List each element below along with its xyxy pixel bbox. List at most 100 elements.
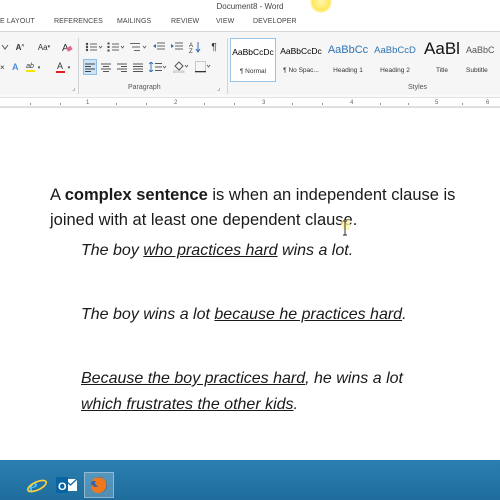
intro-paragraph: A complex sentence is when an independen… [50,186,456,229]
tab-developer[interactable]: DEVELOPER [253,18,297,25]
taskbar: e O [0,460,500,500]
highlight-color-button[interactable]: ab [25,59,35,75]
example-sentence-2: The boy wins a lot because he practices … [81,306,407,323]
document-title: Document8 - Word [216,2,284,11]
outlook-icon[interactable]: O [52,472,82,498]
svg-text:O: O [58,481,67,493]
underlined-clause: because he practices hard [214,306,403,323]
document-page[interactable]: A complex sentence is when an independen… [0,108,500,460]
tab-view[interactable]: VIEW [216,18,234,25]
text-effects-icon: A [12,62,19,72]
ruler-number: 5 [435,100,439,106]
ruler-number: 1 [86,100,90,106]
title-bar: Document8 - Word [0,0,500,14]
align-center-button[interactable] [99,59,113,75]
paragraph-dialog-launcher-icon[interactable]: ⌟ [217,84,220,92]
line-spacing-button[interactable] [148,59,168,75]
style-name: ¶ Normal [239,68,267,75]
tab-review[interactable]: REVIEW [171,18,199,25]
horizontal-ruler[interactable]: 1 2 3 4 5 6 [0,95,500,108]
tab-page-layout[interactable]: E LAYOUT [0,18,35,25]
line-spacing-icon [149,62,167,72]
change-case-button[interactable]: Aa ▾ [35,40,53,54]
style-sample: AaBl [424,39,460,58]
chevron-down-icon [1,44,9,50]
increase-indent-icon [171,42,183,50]
tab-references[interactable]: REFERENCES [54,18,103,25]
text-cursor-icon [341,220,350,236]
sort-button[interactable]: AZ [188,40,202,54]
numbering-button[interactable] [106,40,126,54]
paint-bucket-icon [173,61,189,73]
style-sample: AaBbCcDc [232,47,274,57]
borders-button[interactable] [194,59,212,75]
style-heading-1[interactable]: AaBbCc Heading 1 [325,38,371,82]
ruler-number: 2 [174,100,178,106]
highlight-dropdown[interactable]: ▾ [36,62,42,74]
tab-mailings[interactable]: MAILINGS [117,18,151,25]
group-separator [227,38,228,94]
decrease-indent-button[interactable] [152,40,166,54]
subscript-icon: × [0,63,5,72]
example-sentence-1: The boy who practices hard wins a lot. [81,242,354,259]
align-center-icon [101,63,111,72]
numbering-icon [107,42,125,52]
ribbon-tabs: E LAYOUT REFERENCES MAILINGS REVIEW VIEW… [0,14,500,31]
style-title[interactable]: AaBl Title [419,38,465,82]
justify-button[interactable] [131,59,145,75]
align-left-button[interactable] [83,59,97,75]
style-no-spacing[interactable]: AaBbCcDc ¶ No Spac... [278,38,324,82]
bullets-icon [85,42,103,52]
subscript-button[interactable]: × [0,60,10,74]
style-normal[interactable]: AaBbCcDc ¶ Normal [230,38,276,82]
internet-explorer-icon[interactable]: e [22,472,52,498]
text-effects-button[interactable]: A [12,60,22,74]
style-name: Heading 2 [380,67,410,74]
style-subtitle[interactable]: AaBbC Subtitle [466,38,500,82]
underlined-clause: Because the boy practices hard [81,370,306,387]
svg-text:A: A [12,62,19,72]
style-name: Subtitle [466,67,488,74]
ruler-number: 4 [350,100,354,106]
style-sample: AaBbCcDc [280,46,322,56]
ruler-number: 3 [262,100,266,106]
grow-font-button[interactable]: A ^ [14,40,26,54]
increase-indent-button[interactable] [170,40,184,54]
clear-formatting-icon[interactable]: A [60,40,74,54]
justify-icon [133,63,143,72]
style-sample: AaBbC [466,45,495,55]
borders-icon [195,61,211,73]
example-sentence-3-line-1: Because the boy practices hard, he wins … [81,370,403,387]
group-separator [78,38,79,94]
style-name: Heading 1 [333,67,363,74]
font-size-dropdown[interactable] [0,40,10,54]
align-right-icon [117,63,127,72]
style-sample: AaBbCcD [374,45,416,56]
ribbon: A ^ Aa ▾ A × A ab ▾ A ▾ A Z ¶ Paragraph … [0,31,500,96]
shading-button[interactable] [172,59,190,75]
show-hide-formatting-button[interactable]: ¶ [208,40,220,54]
style-name: Title [435,67,449,74]
font-color-dropdown[interactable]: ▾ [66,62,72,74]
svg-text:×: × [0,63,5,72]
multilevel-list-icon [130,43,147,51]
svg-text:Z: Z [189,49,193,53]
align-left-icon [85,63,95,72]
style-sample: AaBbCc [327,44,369,56]
font-dialog-launcher-icon[interactable]: ⌟ [72,84,75,92]
paragraph-group-label: Paragraph [128,84,161,91]
underlined-clause: who practices hard [143,242,278,259]
style-name: ¶ No Spac... [283,67,319,74]
decrease-indent-icon [153,42,165,50]
sort-icon: AZ [189,42,201,53]
styles-group-label: Styles [408,84,428,91]
style-heading-2[interactable]: AaBbCcD Heading 2 [372,38,418,82]
multilevel-list-button[interactable] [128,40,148,54]
font-color-button[interactable]: A [55,59,65,75]
underlined-clause: which frustrates the other kids [81,396,294,413]
ruler-number: 6 [486,100,490,106]
example-sentence-3-line-2: which frustrates the other kids. [81,396,298,413]
bullets-button[interactable] [84,40,104,54]
firefox-icon[interactable] [84,472,114,498]
align-right-button[interactable] [115,59,129,75]
